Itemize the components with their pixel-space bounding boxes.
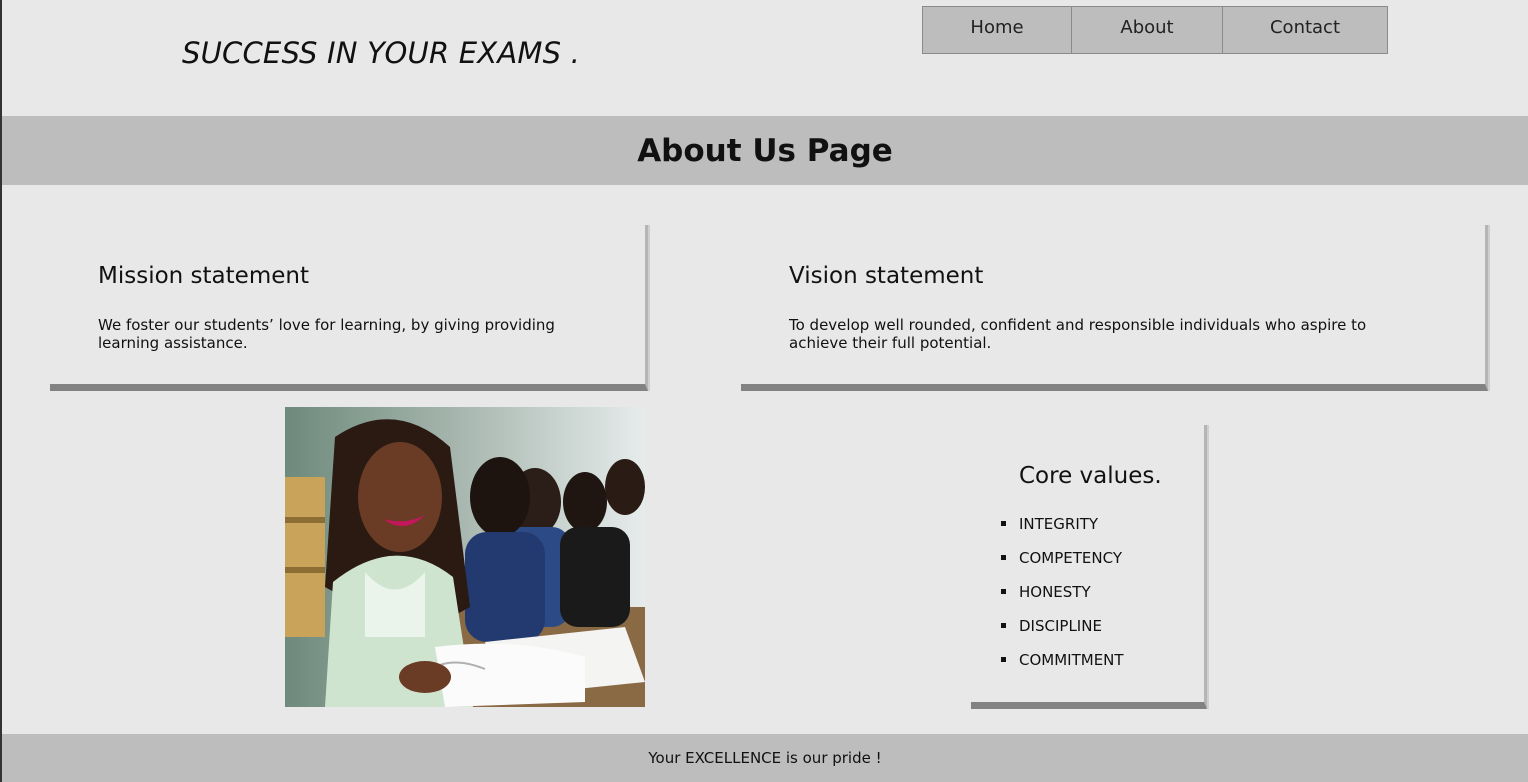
core-values-title: Core values.	[1019, 463, 1162, 489]
core-value-item: HONESTY	[1001, 581, 1124, 615]
mission-text: We foster our students’ love for learnin…	[98, 316, 555, 352]
site-header: SUCCESS IN YOUR EXAMS . Home About Conta…	[2, 0, 1528, 116]
site-brand: SUCCESS IN YOUR EXAMS .	[182, 36, 581, 70]
core-values-list: INTEGRITY COMPETENCY HONESTY DISCIPLINE …	[1001, 513, 1124, 683]
page-title: About Us Page	[637, 132, 893, 169]
page-banner: About Us Page	[2, 116, 1528, 185]
core-value-item: DISCIPLINE	[1001, 615, 1124, 649]
students-photo	[285, 407, 645, 707]
core-value-item: COMMITMENT	[1001, 649, 1124, 683]
vision-card: Vision statement To develop well rounded…	[741, 225, 1488, 391]
nav-contact-link[interactable]: Contact	[1223, 6, 1388, 54]
mission-card: Mission statement We foster our students…	[50, 225, 648, 391]
mission-title: Mission statement	[98, 263, 309, 289]
core-values-card: Core values. INTEGRITY COMPETENCY HONEST…	[971, 425, 1207, 709]
core-value-item: INTEGRITY	[1001, 513, 1124, 547]
vision-text: To develop well rounded, confident and r…	[789, 316, 1367, 352]
site-footer: Your EXCELLENCE is our pride !	[2, 734, 1528, 782]
footer-text: Your EXCELLENCE is our pride !	[648, 749, 882, 767]
core-value-item: COMPETENCY	[1001, 547, 1124, 581]
nav-home-link[interactable]: Home	[922, 6, 1072, 54]
nav-about-link[interactable]: About	[1072, 6, 1223, 54]
vision-title: Vision statement	[789, 263, 984, 289]
main-nav: Home About Contact	[922, 6, 1388, 54]
